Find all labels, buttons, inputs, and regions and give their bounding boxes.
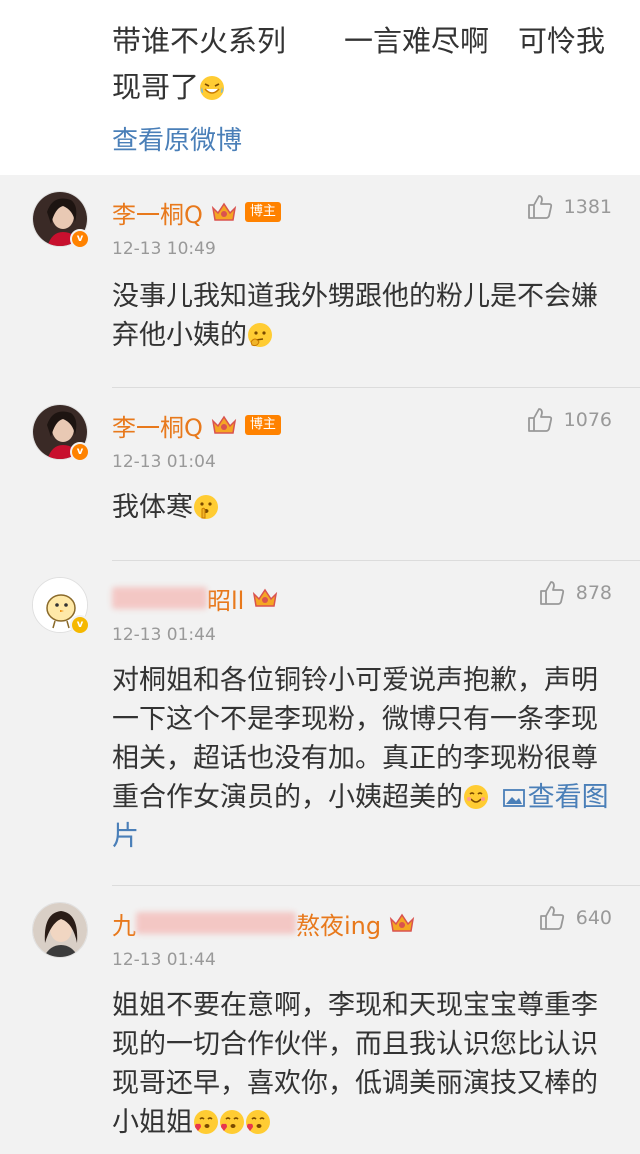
smile-emoji-icon <box>464 785 488 809</box>
thumbs-up-icon <box>527 195 552 219</box>
comment-time: 12-13 01:44 <box>112 625 216 645</box>
laugh-cry-emoji-icon <box>200 76 225 100</box>
comment-time: 12-13 10:49 <box>112 239 216 259</box>
avatar[interactable] <box>32 902 88 958</box>
thumbs-up-icon <box>527 408 552 432</box>
view-original-post-link[interactable]: 查看原微博 <box>112 120 242 157</box>
thumbs-up-icon <box>539 581 564 605</box>
crown-icon <box>253 588 278 607</box>
love-kiss-emoji-icon <box>246 1110 270 1134</box>
comment-time: 12-13 01:04 <box>112 452 216 472</box>
like-count: 1381 <box>563 196 612 218</box>
like-count: 878 <box>575 582 612 604</box>
verified-badge-icon: v <box>70 442 90 462</box>
like-count: 1076 <box>563 409 612 431</box>
name-row: 昭ll <box>112 581 278 615</box>
comment-item: v 昭ll 12-13 01:44 878 对桐姐和各位铜铃小可爱说声抱歉，声明… <box>0 561 640 886</box>
like-button[interactable]: 640 <box>538 904 612 932</box>
love-kiss-emoji-icon <box>220 1110 244 1134</box>
avatar[interactable]: v <box>32 191 90 249</box>
blurred-username-mask <box>112 587 207 609</box>
name-row: 李一桐Q 博主 <box>112 408 281 442</box>
comment-text: 我体寒 <box>112 488 612 527</box>
user-name[interactable]: 李一桐Q <box>112 195 203 230</box>
picture-icon <box>502 789 525 807</box>
user-name[interactable]: 昭ll <box>207 581 244 616</box>
user-name-prefix[interactable]: 九 <box>112 906 136 941</box>
avatar[interactable]: v <box>32 577 90 635</box>
comment-item: v 李一桐Q 博主 12-13 10:49 1381 没事儿我知道我外甥跟他的粉… <box>0 175 640 388</box>
blurred-username-mask <box>136 912 296 934</box>
verified-badge-icon: v <box>70 615 90 635</box>
comment-body: 姐姐不要在意啊，李现和天现宝宝尊重李现的一切合作伙伴，而且我认识您比认识现哥还早… <box>112 990 598 1138</box>
comment-item: v 李一桐Q 博主 12-13 01:04 1076 我体寒 <box>0 388 640 561</box>
user-name[interactable]: 李一桐Q <box>112 408 203 443</box>
comment-text: 对桐姐和各位铜铃小可爱说声抱歉，声明一下这个不是李现粉，微博只有一条李现相关，超… <box>112 661 612 856</box>
like-button[interactable]: 1076 <box>526 406 612 434</box>
user-name[interactable]: 熬夜ing <box>296 906 381 941</box>
comment-item: 九 熬夜ing 12-13 01:44 640 姐姐不要在意啊，李现和天现宝宝尊… <box>0 886 640 1154</box>
love-kiss-emoji-icon <box>194 1110 218 1134</box>
comment-body: 没事儿我知道我外甥跟他的粉儿是不会嫌弃他小姨的 <box>112 281 598 351</box>
crown-icon <box>211 202 237 221</box>
like-count: 640 <box>575 907 612 929</box>
name-row: 九 熬夜ing <box>112 906 415 940</box>
avatar[interactable]: v <box>32 404 90 462</box>
thumbs-up-icon <box>539 906 564 930</box>
comment-time: 12-13 01:44 <box>112 950 216 970</box>
comment-body: 我体寒 <box>112 492 193 523</box>
host-badge: 博主 <box>244 202 281 222</box>
verified-badge-icon: v <box>70 229 90 249</box>
crown-icon <box>390 913 415 932</box>
like-button[interactable]: 1381 <box>526 193 612 221</box>
name-row: 李一桐Q 博主 <box>112 195 281 229</box>
crown-icon <box>211 415 237 434</box>
post-text: 带谁不火系列 一言难尽啊 可怜我现哥了 <box>112 18 620 110</box>
original-post-card: 带谁不火系列 一言难尽啊 可怜我现哥了 查看原微博 <box>0 0 640 175</box>
avatar-photo <box>33 903 87 957</box>
comment-text: 没事儿我知道我外甥跟他的粉儿是不会嫌弃他小姨的 <box>112 277 612 355</box>
thinking-emoji-icon <box>248 323 272 347</box>
host-badge: 博主 <box>244 415 281 435</box>
comment-list: v 李一桐Q 博主 12-13 10:49 1381 没事儿我知道我外甥跟他的粉… <box>0 175 640 1154</box>
post-body: 带谁不火系列 一言难尽啊 可怜我现哥了 <box>112 24 606 104</box>
shush-emoji-icon <box>194 495 218 519</box>
like-button[interactable]: 878 <box>538 579 612 607</box>
comment-text: 姐姐不要在意啊，李现和天现宝宝尊重李现的一切合作伙伴，而且我认识您比认识现哥还早… <box>112 986 612 1142</box>
